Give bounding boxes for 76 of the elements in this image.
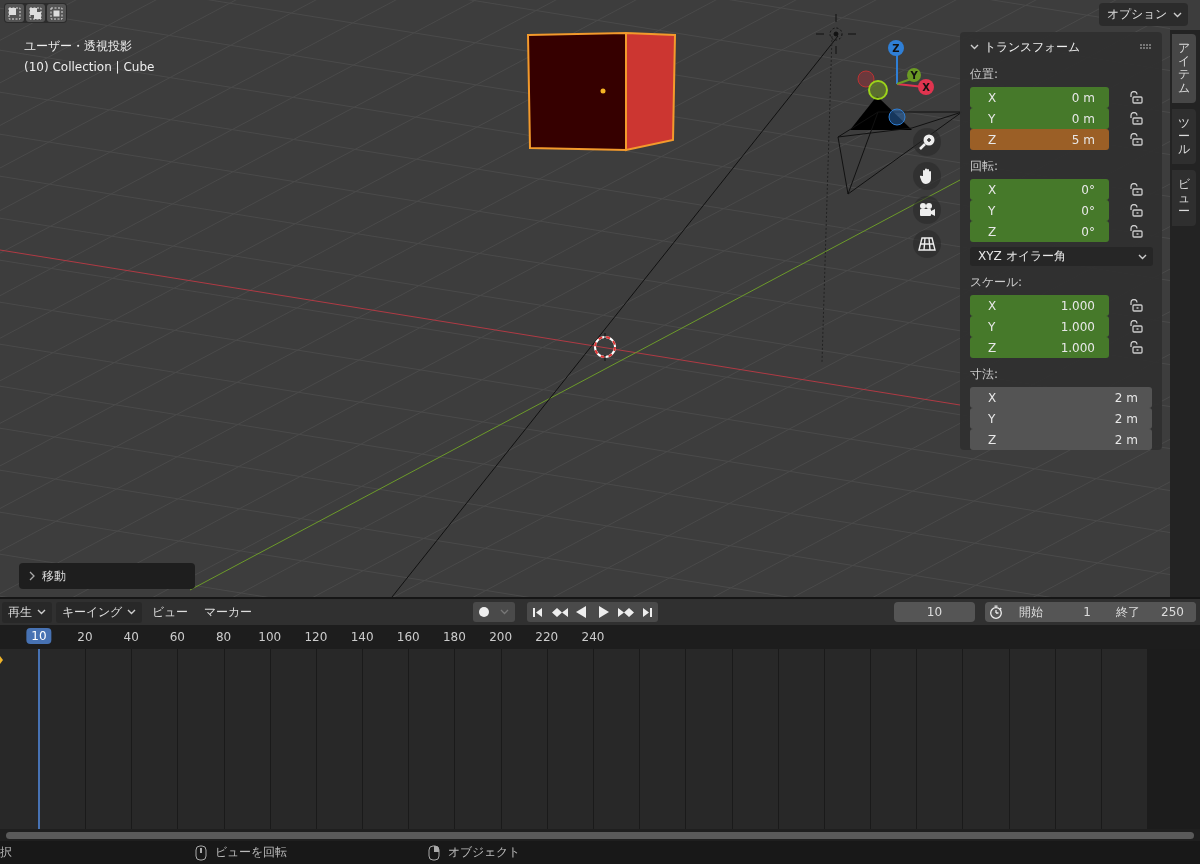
mouse-middle-icon (195, 844, 207, 861)
lock-icon[interactable] (1129, 341, 1143, 354)
frame-tick-label: 100 (258, 630, 282, 644)
frame-tick-label: 120 (304, 630, 328, 644)
chevron-icon (1173, 11, 1182, 18)
panel-title[interactable]: トランスフォーム (984, 38, 1080, 56)
playhead-frame[interactable]: 10 (26, 628, 52, 644)
status-hint: ビューを回転 (215, 844, 287, 861)
sidebar-tab[interactable]: ツール (1172, 108, 1196, 165)
chevron-icon (970, 44, 979, 51)
number-field[interactable]: Y 1.000 (970, 316, 1109, 337)
lock-icon[interactable] (1129, 91, 1143, 105)
number-field[interactable]: X 2 m (970, 387, 1152, 408)
sidebar-tab[interactable]: ビュー (1172, 170, 1196, 226)
last-operator-panel[interactable]: 移動 (19, 563, 195, 589)
sidebar-tab[interactable]: アイテム (1172, 34, 1196, 103)
rotation-mode-dropdown[interactable]: XYZ オイラー角 (970, 247, 1153, 266)
lock-icon[interactable] (1129, 183, 1143, 197)
options-button[interactable]: オプション (1099, 3, 1188, 26)
status-hint: 択 (0, 844, 12, 861)
menu-dropdown[interactable]: キーイング (56, 601, 142, 623)
lock-icon[interactable] (1129, 133, 1143, 147)
section-label: 回転: (970, 158, 1000, 176)
section-label: 寸法: (970, 366, 1000, 383)
chevron-icon (1138, 253, 1147, 260)
frame-tick-label: 40 (123, 630, 139, 644)
frame-tick-label: 220 (535, 630, 559, 644)
status-hint: オブジェクト (448, 844, 520, 861)
view-name: ユーザー・透視投影 (24, 38, 133, 55)
section-label: スケール: (970, 274, 1024, 291)
number-field[interactable]: Z 2 m (970, 429, 1152, 450)
number-field[interactable]: Z 5 m (970, 129, 1109, 151)
lock-icon[interactable] (1129, 204, 1143, 218)
hand-icon[interactable] (913, 162, 941, 190)
menu-dropdown[interactable]: 再生 (2, 601, 52, 623)
menu-item[interactable]: ビュー (146, 601, 194, 623)
drag-handle-icon[interactable] (1140, 44, 1152, 51)
menu-item[interactable]: マーカー (198, 601, 258, 623)
mouse-right-icon (428, 844, 440, 861)
lock-icon[interactable] (1129, 225, 1143, 239)
frame-tick-label: 20 (77, 630, 93, 644)
navigation-gizmo[interactable]: Z Y X (857, 40, 934, 126)
light-icon (815, 13, 857, 55)
camera-icon[interactable] (913, 196, 941, 224)
3d-cursor-icon (594, 332, 616, 362)
lock-icon[interactable] (1129, 320, 1143, 333)
number-field[interactable]: Y 0° (970, 200, 1109, 222)
frame-tick-label: 180 (443, 630, 466, 644)
number-field[interactable]: Z 0° (970, 221, 1109, 243)
current-frame-field[interactable]: 10 (894, 602, 975, 622)
frame-tick-label: 240 (581, 630, 605, 644)
number-field[interactable]: Z 1.000 (970, 337, 1109, 358)
record-icon[interactable] (478, 607, 489, 617)
number-field[interactable]: X 0° (970, 179, 1109, 201)
chevron-icon (37, 609, 46, 615)
frame-tick-label: 200 (489, 630, 513, 644)
frame-tick-label: 140 (350, 630, 374, 644)
lock-icon[interactable] (1129, 299, 1143, 312)
select-mode-icon[interactable] (26, 4, 45, 22)
zoom-icon[interactable] (913, 128, 941, 156)
object-info: (10) Collection | Cube (24, 60, 155, 74)
frame-tick-label: 80 (215, 630, 232, 644)
section-label: 位置: (970, 66, 1000, 84)
frame-tick-label: 60 (169, 630, 185, 644)
number-field[interactable]: Y 2 m (970, 408, 1152, 429)
select-mode-icon[interactable] (47, 4, 66, 22)
frame-tick-label: 160 (396, 630, 420, 644)
grid-icon[interactable] (913, 230, 941, 258)
number-field[interactable]: X 0 m (970, 87, 1109, 109)
scrollbar[interactable] (6, 831, 1194, 839)
chevron-icon (127, 609, 136, 615)
chevron-icon (29, 571, 36, 581)
number-field[interactable]: X 1.000 (970, 295, 1109, 316)
number-field[interactable]: Y 0 m (970, 108, 1109, 130)
select-mode-icon[interactable] (5, 4, 24, 22)
lock-icon[interactable] (1129, 112, 1143, 126)
